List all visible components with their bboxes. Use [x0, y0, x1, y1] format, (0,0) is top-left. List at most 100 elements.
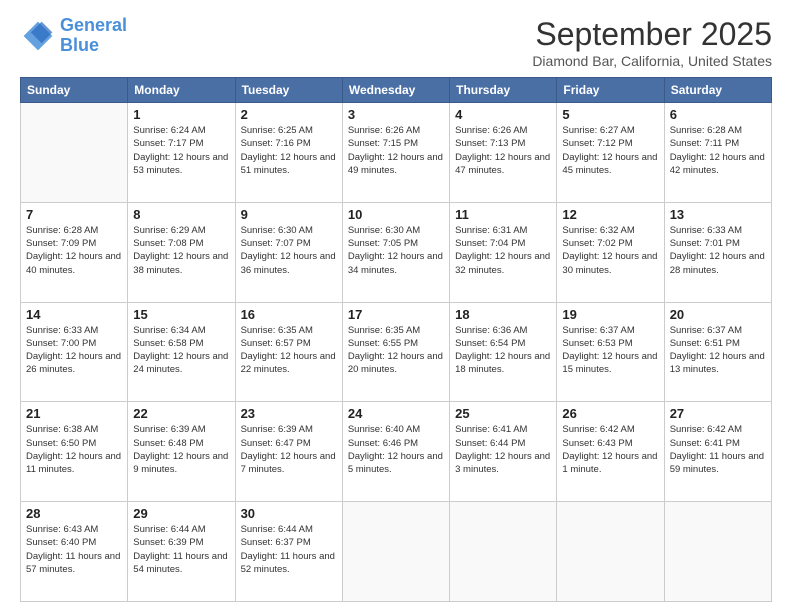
day-number: 8: [133, 207, 229, 222]
day-detail: Sunrise: 6:36 AM Sunset: 6:54 PM Dayligh…: [455, 324, 551, 377]
calendar-cell: 3 Sunrise: 6:26 AM Sunset: 7:15 PM Daylig…: [342, 103, 449, 203]
day-number: 24: [348, 406, 444, 421]
day-detail: Sunrise: 6:24 AM Sunset: 7:17 PM Dayligh…: [133, 124, 229, 177]
col-header-thursday: Thursday: [450, 78, 557, 103]
logo-line2: Blue: [60, 35, 99, 55]
day-number: 17: [348, 307, 444, 322]
calendar-row: 28 Sunrise: 6:43 AM Sunset: 6:40 PM Dayli…: [21, 502, 772, 602]
calendar-cell: 12 Sunrise: 6:32 AM Sunset: 7:02 PM Dayli…: [557, 202, 664, 302]
day-detail: Sunrise: 6:39 AM Sunset: 6:48 PM Dayligh…: [133, 423, 229, 476]
day-detail: Sunrise: 6:32 AM Sunset: 7:02 PM Dayligh…: [562, 224, 658, 277]
calendar-cell: 11 Sunrise: 6:31 AM Sunset: 7:04 PM Dayli…: [450, 202, 557, 302]
day-detail: Sunrise: 6:44 AM Sunset: 6:39 PM Dayligh…: [133, 523, 229, 576]
day-detail: Sunrise: 6:30 AM Sunset: 7:05 PM Dayligh…: [348, 224, 444, 277]
calendar-cell: 20 Sunrise: 6:37 AM Sunset: 6:51 PM Dayli…: [664, 302, 771, 402]
day-detail: Sunrise: 6:25 AM Sunset: 7:16 PM Dayligh…: [241, 124, 337, 177]
calendar-cell: 28 Sunrise: 6:43 AM Sunset: 6:40 PM Dayli…: [21, 502, 128, 602]
day-detail: Sunrise: 6:34 AM Sunset: 6:58 PM Dayligh…: [133, 324, 229, 377]
page: General Blue September 2025 Diamond Bar,…: [0, 0, 792, 612]
day-number: 12: [562, 207, 658, 222]
day-number: 14: [26, 307, 122, 322]
calendar-cell: 8 Sunrise: 6:29 AM Sunset: 7:08 PM Daylig…: [128, 202, 235, 302]
calendar-cell: 24 Sunrise: 6:40 AM Sunset: 6:46 PM Dayli…: [342, 402, 449, 502]
day-detail: Sunrise: 6:29 AM Sunset: 7:08 PM Dayligh…: [133, 224, 229, 277]
calendar-cell: 13 Sunrise: 6:33 AM Sunset: 7:01 PM Dayli…: [664, 202, 771, 302]
day-detail: Sunrise: 6:37 AM Sunset: 6:51 PM Dayligh…: [670, 324, 766, 377]
day-detail: Sunrise: 6:27 AM Sunset: 7:12 PM Dayligh…: [562, 124, 658, 177]
month-title: September 2025: [532, 16, 772, 53]
day-detail: Sunrise: 6:44 AM Sunset: 6:37 PM Dayligh…: [241, 523, 337, 576]
day-number: 18: [455, 307, 551, 322]
day-detail: Sunrise: 6:26 AM Sunset: 7:13 PM Dayligh…: [455, 124, 551, 177]
calendar-header-row: SundayMondayTuesdayWednesdayThursdayFrid…: [21, 78, 772, 103]
calendar-cell: 18 Sunrise: 6:36 AM Sunset: 6:54 PM Dayli…: [450, 302, 557, 402]
logo-icon: [20, 18, 56, 54]
day-detail: Sunrise: 6:43 AM Sunset: 6:40 PM Dayligh…: [26, 523, 122, 576]
col-header-tuesday: Tuesday: [235, 78, 342, 103]
day-number: 30: [241, 506, 337, 521]
calendar-cell: 29Sunrise: 6:44 AM Sunset: 6:39 PM Dayli…: [128, 502, 235, 602]
col-header-friday: Friday: [557, 78, 664, 103]
day-detail: Sunrise: 6:39 AM Sunset: 6:47 PM Dayligh…: [241, 423, 337, 476]
calendar-cell: 21 Sunrise: 6:38 AM Sunset: 6:50 PM Dayli…: [21, 402, 128, 502]
day-detail: Sunrise: 6:28 AM Sunset: 7:11 PM Dayligh…: [670, 124, 766, 177]
day-number: 22: [133, 406, 229, 421]
calendar-cell: 1Sunrise: 6:24 AM Sunset: 7:17 PM Daylig…: [128, 103, 235, 203]
day-number: 19: [562, 307, 658, 322]
calendar-cell: 9 Sunrise: 6:30 AM Sunset: 7:07 PM Daylig…: [235, 202, 342, 302]
day-detail: Sunrise: 6:41 AM Sunset: 6:44 PM Dayligh…: [455, 423, 551, 476]
calendar-cell: [342, 502, 449, 602]
logo-line1: General: [60, 15, 127, 35]
day-detail: Sunrise: 6:42 AM Sunset: 6:43 PM Dayligh…: [562, 423, 658, 476]
calendar-row: 7 Sunrise: 6:28 AM Sunset: 7:09 PM Daylig…: [21, 202, 772, 302]
day-detail: Sunrise: 6:33 AM Sunset: 7:00 PM Dayligh…: [26, 324, 122, 377]
day-number: 28: [26, 506, 122, 521]
calendar-cell: 7 Sunrise: 6:28 AM Sunset: 7:09 PM Daylig…: [21, 202, 128, 302]
day-number: 20: [670, 307, 766, 322]
day-number: 16: [241, 307, 337, 322]
day-detail: Sunrise: 6:40 AM Sunset: 6:46 PM Dayligh…: [348, 423, 444, 476]
col-header-monday: Monday: [128, 78, 235, 103]
calendar-cell: 15 Sunrise: 6:34 AM Sunset: 6:58 PM Dayli…: [128, 302, 235, 402]
day-number: 7: [26, 207, 122, 222]
day-detail: Sunrise: 6:30 AM Sunset: 7:07 PM Dayligh…: [241, 224, 337, 277]
day-number: 5: [562, 107, 658, 122]
calendar: SundayMondayTuesdayWednesdayThursdayFrid…: [20, 77, 772, 602]
col-header-saturday: Saturday: [664, 78, 771, 103]
day-detail: Sunrise: 6:33 AM Sunset: 7:01 PM Dayligh…: [670, 224, 766, 277]
calendar-row: 14 Sunrise: 6:33 AM Sunset: 7:00 PM Dayli…: [21, 302, 772, 402]
day-number: 21: [26, 406, 122, 421]
day-number: 3: [348, 107, 444, 122]
day-number: 2: [241, 107, 337, 122]
calendar-cell: 5 Sunrise: 6:27 AM Sunset: 7:12 PM Daylig…: [557, 103, 664, 203]
day-detail: Sunrise: 6:26 AM Sunset: 7:15 PM Dayligh…: [348, 124, 444, 177]
calendar-cell: 30 Sunrise: 6:44 AM Sunset: 6:37 PM Dayli…: [235, 502, 342, 602]
day-detail: Sunrise: 6:28 AM Sunset: 7:09 PM Dayligh…: [26, 224, 122, 277]
day-detail: Sunrise: 6:31 AM Sunset: 7:04 PM Dayligh…: [455, 224, 551, 277]
day-number: 15: [133, 307, 229, 322]
day-number: 25: [455, 406, 551, 421]
logo-text: General Blue: [60, 16, 127, 56]
calendar-row: 1Sunrise: 6:24 AM Sunset: 7:17 PM Daylig…: [21, 103, 772, 203]
header: General Blue September 2025 Diamond Bar,…: [20, 16, 772, 69]
day-number: 11: [455, 207, 551, 222]
calendar-cell: 26Sunrise: 6:42 AM Sunset: 6:43 PM Dayli…: [557, 402, 664, 502]
day-number: 10: [348, 207, 444, 222]
col-header-sunday: Sunday: [21, 78, 128, 103]
day-number: 4: [455, 107, 551, 122]
day-number: 9: [241, 207, 337, 222]
col-header-wednesday: Wednesday: [342, 78, 449, 103]
day-detail: Sunrise: 6:38 AM Sunset: 6:50 PM Dayligh…: [26, 423, 122, 476]
day-detail: Sunrise: 6:35 AM Sunset: 6:55 PM Dayligh…: [348, 324, 444, 377]
calendar-cell: 25 Sunrise: 6:41 AM Sunset: 6:44 PM Dayli…: [450, 402, 557, 502]
calendar-cell: 6 Sunrise: 6:28 AM Sunset: 7:11 PM Daylig…: [664, 103, 771, 203]
day-detail: Sunrise: 6:37 AM Sunset: 6:53 PM Dayligh…: [562, 324, 658, 377]
title-block: September 2025 Diamond Bar, California, …: [532, 16, 772, 69]
calendar-cell: 17 Sunrise: 6:35 AM Sunset: 6:55 PM Dayli…: [342, 302, 449, 402]
calendar-cell: 4 Sunrise: 6:26 AM Sunset: 7:13 PM Daylig…: [450, 103, 557, 203]
day-detail: Sunrise: 6:42 AM Sunset: 6:41 PM Dayligh…: [670, 423, 766, 476]
day-number: 6: [670, 107, 766, 122]
calendar-cell: [450, 502, 557, 602]
day-number: 13: [670, 207, 766, 222]
calendar-cell: [557, 502, 664, 602]
